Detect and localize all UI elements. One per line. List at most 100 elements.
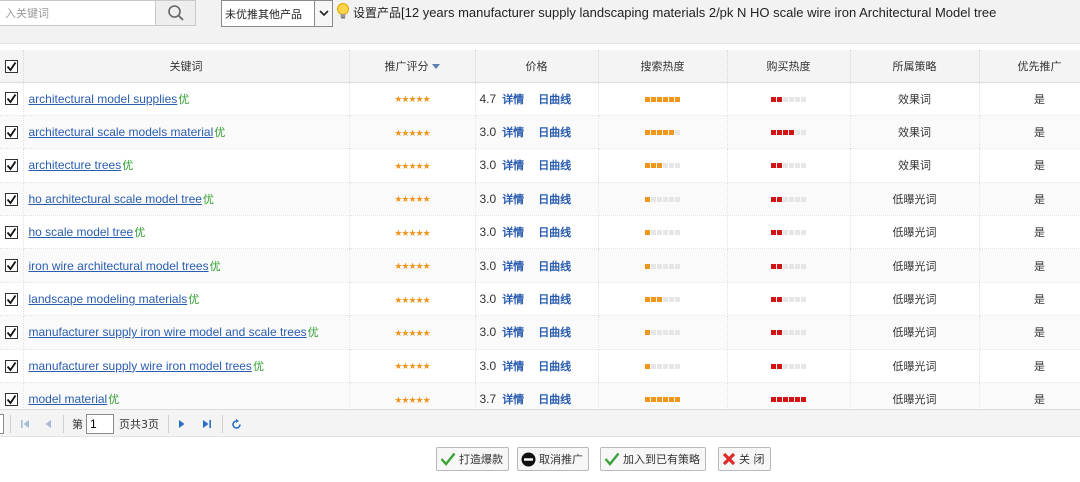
- daily-curve-link[interactable]: 日曲线: [538, 126, 571, 139]
- priority-cell: 是: [979, 148, 1080, 183]
- rating-header-label: 推广评分: [384, 59, 429, 73]
- table-row: manufacturer supply iron wire model and …: [0, 315, 1080, 350]
- keyword-link[interactable]: model material: [29, 392, 108, 406]
- check-icon: [440, 452, 456, 466]
- cancel-promotion-button[interactable]: 取消推广: [517, 447, 589, 471]
- row-checkbox[interactable]: [4, 192, 18, 206]
- keyword-cell: iron wire architectural model trees优: [23, 248, 350, 283]
- priority-cell: 是: [979, 115, 1080, 150]
- row-checkbox[interactable]: [4, 92, 18, 106]
- table-row: iron wire architectural model trees优 ★★★★…: [0, 248, 1080, 283]
- keyword-link[interactable]: iron wire architectural model trees: [29, 259, 209, 273]
- daily-curve-link[interactable]: 日曲线: [538, 260, 571, 273]
- row-checkbox[interactable]: [4, 159, 18, 173]
- buy-heat-bar: [771, 359, 806, 372]
- detail-link[interactable]: 详情: [502, 226, 524, 239]
- page-number-input[interactable]: [86, 414, 114, 434]
- product-filter-select[interactable]: 未优推其他产品: [221, 0, 333, 27]
- set-product-label[interactable]: 设置产品: [353, 6, 401, 20]
- keyword-link[interactable]: ho scale model tree: [29, 225, 134, 239]
- row-checkbox[interactable]: [4, 326, 18, 340]
- rating-stars: ★★★★★: [394, 128, 430, 139]
- row-select-cell: [0, 215, 24, 250]
- search-heat-cell: [598, 182, 728, 217]
- keyword-link[interactable]: manufacturer supply iron wire model and …: [29, 325, 307, 339]
- checkmark-icon: [6, 261, 16, 271]
- column-header-buy-heat[interactable]: 购买热度: [727, 50, 851, 83]
- rating-cell: ★★★★★: [349, 248, 476, 283]
- row-checkbox[interactable]: [4, 359, 18, 373]
- next-page-button[interactable]: [178, 410, 186, 438]
- row-checkbox[interactable]: [4, 292, 18, 306]
- first-page-button[interactable]: [20, 410, 30, 438]
- search-heat-cell: [598, 215, 728, 250]
- row-checkbox[interactable]: [4, 125, 18, 139]
- daily-curve-link[interactable]: 日曲线: [538, 293, 571, 306]
- checkmark-icon: [6, 294, 16, 305]
- detail-link[interactable]: 详情: [502, 126, 524, 139]
- row-checkbox[interactable]: [4, 392, 18, 406]
- daily-curve-link[interactable]: 日曲线: [538, 326, 571, 339]
- strategy-cell: 低曝光词: [850, 182, 980, 217]
- search-heat-bar: [645, 259, 680, 272]
- page-total: 页共3页: [119, 418, 159, 431]
- search-heat-bar: [645, 192, 680, 205]
- select-all-checkbox[interactable]: [4, 59, 18, 73]
- keyword-link[interactable]: ho architectural scale model tree: [29, 192, 202, 206]
- column-header-price[interactable]: 价格: [475, 50, 599, 83]
- strategy-cell: 低曝光词: [850, 248, 980, 283]
- daily-curve-link[interactable]: 日曲线: [538, 193, 571, 206]
- daily-curve-link[interactable]: 日曲线: [538, 393, 571, 406]
- rating-stars: ★★★★★: [394, 228, 430, 239]
- daily-curve-link[interactable]: 日曲线: [538, 360, 571, 373]
- detail-link[interactable]: 详情: [502, 93, 524, 106]
- close-button[interactable]: 关 闭: [718, 447, 771, 471]
- detail-link[interactable]: 详情: [502, 326, 524, 339]
- column-header-strategy[interactable]: 所属策略: [850, 50, 980, 83]
- keyword-search-input[interactable]: [0, 0, 156, 26]
- detail-link[interactable]: 详情: [502, 159, 524, 172]
- keyword-link[interactable]: architecture trees: [29, 158, 122, 172]
- buy-heat-bar: [771, 259, 806, 272]
- keyword-link[interactable]: landscape modeling materials: [29, 292, 188, 306]
- daily-curve-link[interactable]: 日曲线: [538, 226, 571, 239]
- keyword-link[interactable]: architectural scale models material: [29, 125, 214, 139]
- refresh-icon: [232, 418, 241, 429]
- buy-heat-bar: [771, 326, 806, 339]
- detail-link[interactable]: 详情: [502, 393, 524, 406]
- prev-page-button[interactable]: [44, 410, 52, 438]
- quality-tag: 优: [188, 293, 200, 307]
- column-header-priority[interactable]: 优先推广: [979, 50, 1080, 83]
- row-checkbox[interactable]: [4, 226, 18, 239]
- detail-link[interactable]: 详情: [502, 293, 524, 306]
- cancel-promotion-label: 取消推广: [539, 453, 583, 466]
- create-hot-label: 打造爆款: [459, 453, 503, 466]
- last-page-button[interactable]: [202, 410, 212, 438]
- create-hot-button[interactable]: 打造爆款: [436, 447, 509, 471]
- column-header-rating[interactable]: 推广评分: [349, 50, 476, 83]
- keyword-cell: manufacturer supply wire iron model tree…: [23, 349, 350, 384]
- detail-link[interactable]: 详情: [502, 360, 524, 373]
- page-size-box[interactable]: [0, 410, 4, 438]
- row-checkbox[interactable]: [4, 259, 18, 273]
- refresh-button[interactable]: [231, 410, 242, 438]
- search-button[interactable]: [156, 0, 196, 26]
- checkmark-icon: [6, 228, 16, 238]
- keyword-link[interactable]: architectural model supplies: [29, 92, 178, 106]
- quality-tag: 优: [202, 192, 214, 206]
- add-to-strategy-button[interactable]: 加入到已有策略: [600, 447, 706, 471]
- row-select-cell: [0, 349, 24, 384]
- page-prefix: 第: [72, 418, 83, 431]
- product-filter-value: 未优推其他产品: [225, 7, 302, 21]
- set-product-text: 设置产品[12 years manufacturer supply landsc…: [353, 4, 996, 21]
- search-icon: [167, 5, 184, 21]
- detail-link[interactable]: 详情: [502, 260, 524, 273]
- daily-curve-link[interactable]: 日曲线: [538, 93, 571, 106]
- price-cell: 3.0 详情 日曲线: [475, 282, 599, 317]
- daily-curve-link[interactable]: 日曲线: [538, 159, 571, 172]
- column-header-keyword[interactable]: 关键词: [23, 50, 350, 83]
- keyword-cell: architecture trees优: [23, 148, 350, 183]
- detail-link[interactable]: 详情: [502, 193, 524, 206]
- column-header-search-heat[interactable]: 搜索热度: [598, 50, 728, 83]
- keyword-link[interactable]: manufacturer supply wire iron model tree…: [29, 359, 252, 373]
